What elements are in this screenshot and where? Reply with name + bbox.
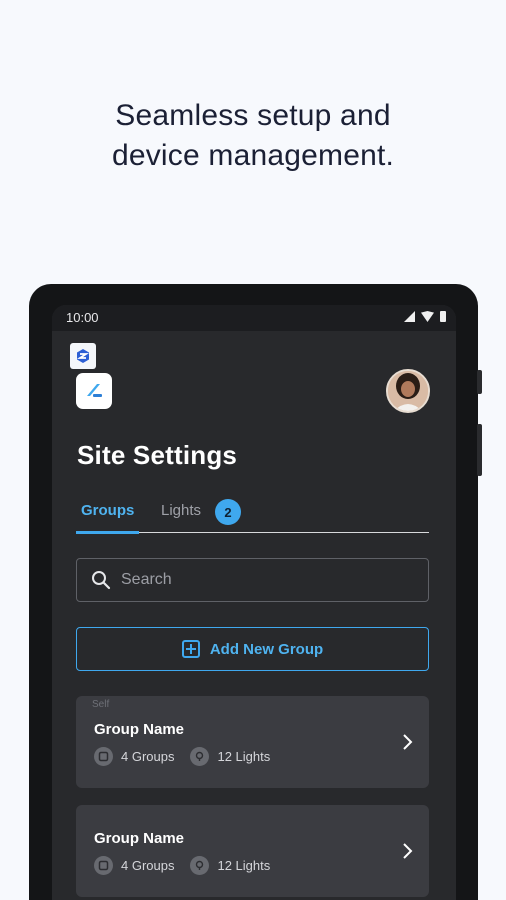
add-icon [181,640,200,658]
battery-icon [440,311,446,322]
tablet-side-button [477,370,482,394]
chevron-right-icon [403,843,413,859]
group-meta: 4 Groups 12 Lights [94,856,270,875]
status-time: 10:00 [66,310,99,325]
headline: Seamless setup and device management. [0,96,506,176]
groups-count: 4 Groups [121,858,175,873]
search-input[interactable] [121,571,401,589]
tab-lights[interactable]: Lights [161,502,201,519]
tab-groups[interactable]: Groups [81,502,134,519]
active-tab-indicator [76,531,139,534]
lights-count: 12 Lights [217,858,271,873]
status-bar: 10:00 [52,305,456,331]
group-name: Group Name [94,830,185,847]
group-name: Group Name [94,721,185,738]
add-new-group-label: Add New Group [209,640,324,658]
tab-bar: Groups Lights 2 [76,495,429,534]
add-new-group-button[interactable]: Add New Group [76,627,429,671]
bulb-icon [190,856,210,875]
wifi-icon [421,311,434,322]
brand-badge-icon [70,343,96,369]
user-avatar[interactable] [386,369,430,413]
search-icon [92,571,111,590]
headline-line-1: Seamless setup and [115,99,391,132]
group-icon [94,856,113,875]
search-field[interactable] [76,558,429,602]
signal-icon [404,311,415,322]
headline-line-2: device management. [111,139,395,172]
lights-count-badge: 2 [215,499,241,525]
bulb-icon [190,747,210,766]
status-icons [404,311,446,322]
app-screen: 10:00 Site Settings Groups Lights 2 Sear… [52,305,456,900]
app-logo-icon[interactable] [76,373,112,409]
group-tag: Self [92,699,110,710]
group-meta: 4 Groups 12 Lights [94,747,270,766]
page-title: Site Settings [77,440,238,470]
lights-count: 12 Lights [217,749,271,764]
group-card[interactable]: Self Group Name 4 Groups 12 Lights [76,696,429,788]
tablet-side-button [477,424,482,476]
group-card[interactable]: Group Name 4 Groups 12 Lights [76,805,429,897]
chevron-right-icon [403,734,413,750]
group-icon [94,747,113,766]
groups-count: 4 Groups [121,749,175,764]
